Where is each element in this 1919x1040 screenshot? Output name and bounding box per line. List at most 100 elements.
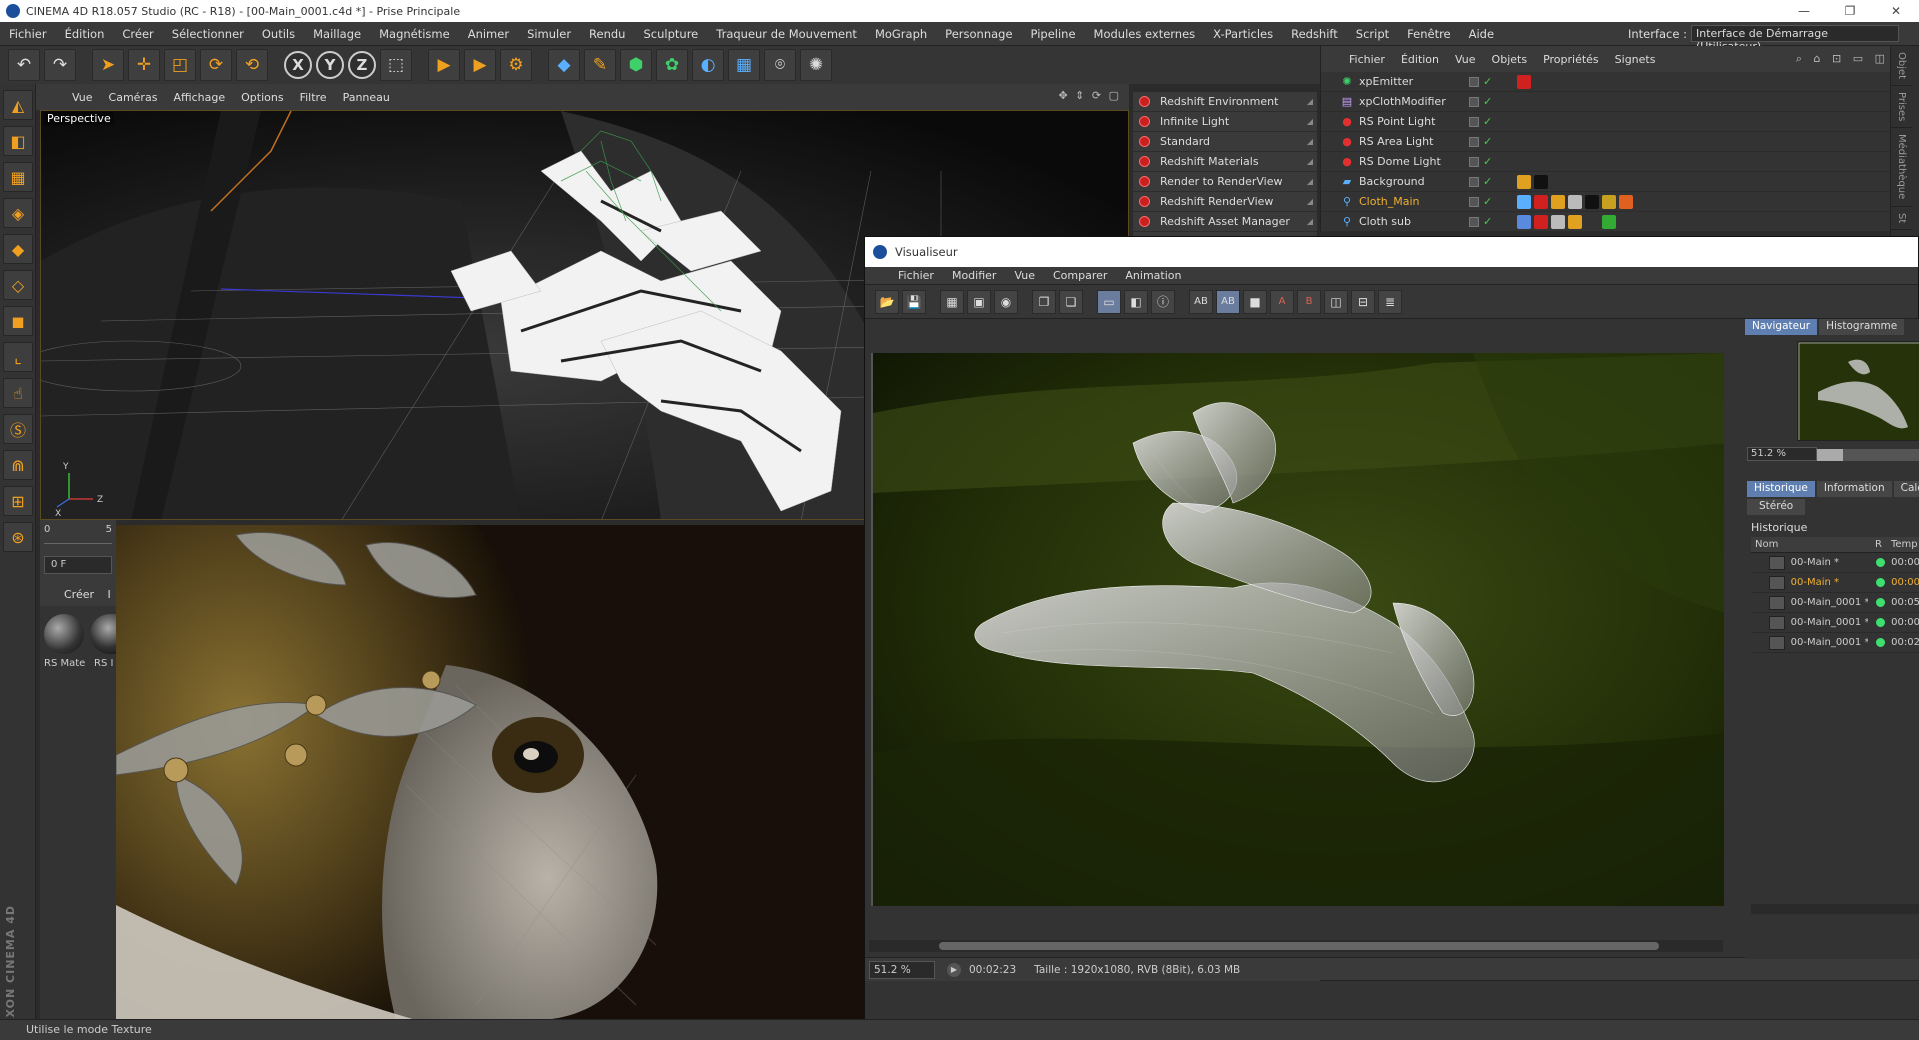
x-axis-icon[interactable]: X bbox=[284, 51, 312, 79]
light-icon[interactable]: ✺ bbox=[800, 49, 832, 81]
menu-fichier[interactable]: Fichier bbox=[0, 27, 56, 41]
undo-icon[interactable]: ↶ bbox=[8, 49, 40, 81]
close-button[interactable]: ✕ bbox=[1873, 0, 1919, 22]
render-to-viewer-icon[interactable]: ▶ bbox=[464, 49, 496, 81]
history-row[interactable]: 00-Main * 00:00 bbox=[1751, 553, 1919, 573]
copy-icon[interactable]: ❐ bbox=[1032, 289, 1056, 314]
menu-animer[interactable]: Animer bbox=[459, 27, 518, 41]
ab-icon[interactable]: AB bbox=[1189, 289, 1213, 314]
redshift-item-redshift-renderview[interactable]: Redshift RenderView ◢ bbox=[1133, 192, 1317, 212]
redshift-item-render-to-renderview[interactable]: Render to RenderView ◢ bbox=[1133, 172, 1317, 192]
viewport-menu-affichage[interactable]: Affichage bbox=[165, 91, 233, 104]
viewport-menu-panneau[interactable]: Panneau bbox=[335, 91, 398, 104]
tab-navigateur[interactable]: Navigateur bbox=[1745, 319, 1818, 335]
viewer-zoom-field[interactable]: 51.2 % bbox=[869, 960, 935, 979]
cube-icon[interactable]: ◆ bbox=[548, 49, 580, 81]
menu-fen-tre[interactable]: Fenêtre bbox=[1398, 27, 1459, 41]
menu-personnage[interactable]: Personnage bbox=[936, 27, 1021, 41]
snap-icon[interactable]: Ⓢ bbox=[3, 414, 33, 444]
object-tag-icon[interactable] bbox=[1517, 174, 1531, 189]
polygons-mode-icon[interactable]: ◼ bbox=[3, 306, 33, 336]
select-arrow-icon[interactable]: ➤ bbox=[92, 49, 124, 81]
layer-box-icon[interactable] bbox=[1469, 216, 1479, 227]
quantize-icon[interactable]: ⊛ bbox=[3, 522, 33, 552]
rotate-alt-icon[interactable]: ⟲ bbox=[236, 49, 268, 81]
object-menu-propri-t-s[interactable]: Propriétés bbox=[1535, 53, 1607, 66]
z-axis-icon[interactable]: Z bbox=[348, 51, 376, 79]
visibility-check-icon[interactable]: ✓ bbox=[1483, 155, 1492, 168]
layer-box-icon[interactable] bbox=[1469, 156, 1479, 167]
open-icon[interactable]: 📂 bbox=[875, 289, 899, 314]
navigator-zoom-field[interactable]: 51.2 % bbox=[1747, 447, 1817, 461]
viewport-menu-options[interactable]: Options bbox=[233, 91, 291, 104]
viewport-menu-vue[interactable]: Vue bbox=[64, 91, 101, 104]
menu-cr-er[interactable]: Créer bbox=[113, 27, 162, 41]
object-tag-icon[interactable] bbox=[1551, 214, 1565, 229]
object-row[interactable]: ⚲ Cloth_Main ✓ bbox=[1321, 192, 1890, 212]
copy-alt-icon[interactable]: ❏ bbox=[1059, 289, 1083, 314]
tab-information[interactable]: Information bbox=[1816, 481, 1892, 497]
compare-icon[interactable]: ◧ bbox=[1124, 289, 1148, 314]
material-menu-more[interactable]: I bbox=[108, 588, 111, 601]
object-tag-icon[interactable] bbox=[1517, 194, 1531, 209]
menu-redshift[interactable]: Redshift bbox=[1282, 27, 1347, 41]
side-tab-m-diath-que[interactable]: Médiathèque bbox=[1891, 128, 1912, 207]
history-row[interactable]: 00-Main * 00:00 bbox=[1751, 573, 1919, 593]
side-tab-st[interactable]: St bbox=[1891, 207, 1912, 230]
render-image[interactable] bbox=[871, 353, 1724, 906]
layer-box-icon[interactable] bbox=[1469, 176, 1479, 187]
maximize-button[interactable]: ❐ bbox=[1827, 0, 1873, 22]
object-tag-icon[interactable] bbox=[1517, 74, 1531, 89]
edges-mode-icon[interactable]: ◇ bbox=[3, 270, 33, 300]
menu--dition[interactable]: Édition bbox=[56, 27, 114, 41]
menu-sculpture[interactable]: Sculpture bbox=[634, 27, 707, 41]
object-tag-icon[interactable] bbox=[1534, 214, 1548, 229]
menu-s-lectionner[interactable]: Sélectionner bbox=[163, 27, 253, 41]
menu-mograph[interactable]: MoGraph bbox=[866, 27, 936, 41]
menu-x-particles[interactable]: X-Particles bbox=[1204, 27, 1282, 41]
object-row[interactable]: ● RS Dome Light ✓ bbox=[1321, 152, 1890, 172]
history-row[interactable]: 00-Main_0001 * 00:00 bbox=[1751, 613, 1919, 633]
save-icon[interactable]: 💾 bbox=[902, 289, 926, 314]
points-mode-icon[interactable]: ◆ bbox=[3, 234, 33, 264]
object-menu-vue[interactable]: Vue bbox=[1447, 53, 1484, 66]
redshift-item-redshift-asset-manager[interactable]: Redshift Asset Manager ◢ bbox=[1133, 212, 1317, 232]
history-col-r[interactable]: R bbox=[1875, 539, 1891, 550]
workplane-icon[interactable]: ◈ bbox=[3, 198, 33, 228]
scrollbar-thumb[interactable] bbox=[939, 942, 1659, 950]
redshift-item-redshift-materials[interactable]: Redshift Materials ◢ bbox=[1133, 152, 1317, 172]
side-tab-prises[interactable]: Prises bbox=[1891, 86, 1912, 129]
texture-mode-icon[interactable]: ▦ bbox=[3, 162, 33, 192]
interface-select[interactable]: Interface de Démarrage (Utilisateur) bbox=[1691, 25, 1899, 53]
tab-calc[interactable]: Calc bbox=[1893, 481, 1919, 497]
viewport-menu-filtre[interactable]: Filtre bbox=[292, 91, 335, 104]
object-tag-icon[interactable] bbox=[1534, 174, 1548, 189]
menu-pipeline[interactable]: Pipeline bbox=[1022, 27, 1085, 41]
tab-histogramme[interactable]: Histogramme bbox=[1819, 319, 1905, 335]
history-col-time[interactable]: Temp bbox=[1891, 539, 1918, 550]
menu-magn-tisme[interactable]: Magnétisme bbox=[370, 27, 459, 41]
navigator-zoom-slider[interactable] bbox=[1817, 449, 1919, 461]
axis-mode-icon[interactable]: ⌞ bbox=[3, 342, 33, 372]
object-row[interactable]: ✺ xpEmitter ✓ bbox=[1321, 72, 1890, 92]
side-tab-objet[interactable]: Objet bbox=[1891, 46, 1912, 87]
material-thumb-1[interactable] bbox=[44, 614, 84, 654]
object-tag-icon[interactable] bbox=[1568, 194, 1582, 209]
floor-icon[interactable]: ▦ bbox=[728, 49, 760, 81]
object-row[interactable]: ● RS Point Light ✓ bbox=[1321, 112, 1890, 132]
y-axis-icon[interactable]: Y bbox=[316, 51, 344, 79]
b-icon[interactable]: B bbox=[1297, 289, 1321, 314]
history-scrollbar[interactable] bbox=[1751, 904, 1919, 914]
render-settings-icon[interactable]: ⚙ bbox=[500, 49, 532, 81]
menu-modules-externes[interactable]: Modules externes bbox=[1085, 27, 1205, 41]
object-row[interactable]: ▰ Background ✓ bbox=[1321, 172, 1890, 192]
history-row[interactable]: 00-Main_0001 * 00:02 bbox=[1751, 633, 1919, 653]
object-manager-tools[interactable]: ⌕ ⌂ ⊡ ▭ ◫ bbox=[1796, 52, 1889, 66]
minimize-button[interactable]: — bbox=[1781, 0, 1827, 22]
lock-workplane-icon[interactable]: ⊞ bbox=[3, 486, 33, 516]
layer-box-icon[interactable] bbox=[1469, 136, 1479, 147]
menu-rendu[interactable]: Rendu bbox=[580, 27, 634, 41]
viewport-nav-icons[interactable]: ✥ ⇕ ⟳ ▢ bbox=[1058, 89, 1121, 102]
menu-script[interactable]: Script bbox=[1347, 27, 1398, 41]
menu-simuler[interactable]: Simuler bbox=[518, 27, 580, 41]
